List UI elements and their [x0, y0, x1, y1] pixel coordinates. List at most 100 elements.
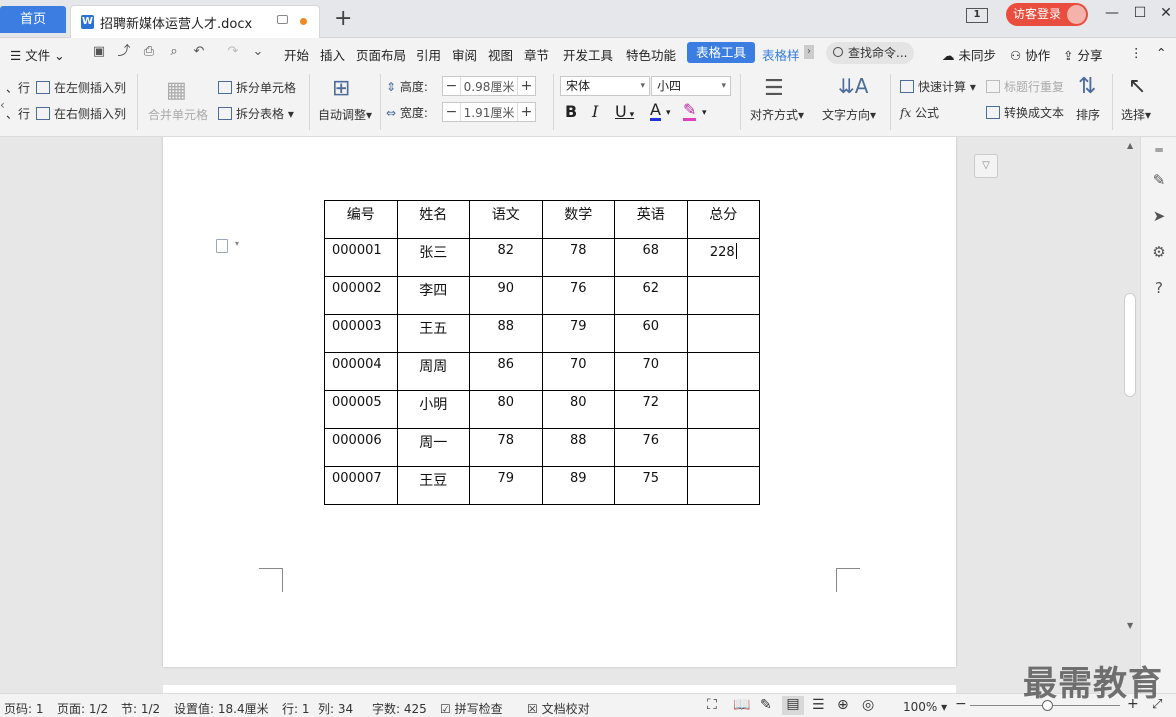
table-cell-total[interactable] — [686, 314, 760, 353]
merge-cells-icon[interactable]: ▦ — [166, 78, 187, 103]
minimize-icon[interactable]: — — [1102, 5, 1122, 21]
status-setting[interactable]: 设置值: 18.4厘米 — [174, 700, 269, 717]
select-button[interactable]: 选择▾ — [1121, 106, 1151, 123]
table-cell-chinese[interactable]: 86 — [469, 352, 543, 391]
table-cell-math[interactable]: 79 — [541, 314, 615, 353]
insert-row-above-button[interactable]: 、行 — [6, 79, 30, 96]
vertical-scrollbar[interactable]: ▲ ▼ — [1124, 137, 1138, 693]
table-cell-math[interactable]: 78 — [541, 238, 615, 277]
table-cell-total[interactable]: 228 — [686, 238, 760, 277]
table-header-cell[interactable]: 语文 — [469, 200, 543, 239]
text-direction-button[interactable]: 文字方向▾ — [822, 106, 876, 123]
more-options-icon[interactable]: ⋮ — [1130, 45, 1143, 60]
spell-check-button[interactable]: ☑ 拼写检查 — [440, 700, 503, 717]
tab-scroll-right-icon[interactable]: › — [804, 45, 814, 59]
status-page[interactable]: 页面: 1/2 — [57, 700, 108, 717]
write-mode-icon[interactable]: ✎ — [760, 697, 772, 713]
highlight-button[interactable]: ✎ — [683, 102, 697, 121]
pen-edit-icon[interactable]: ✎ — [1150, 171, 1168, 189]
tab-table-style[interactable]: 表格样 — [762, 45, 800, 64]
table-cell-math[interactable]: 89 — [541, 466, 615, 505]
command-search[interactable]: 查找命令... — [826, 42, 914, 64]
menu-page-layout[interactable]: 页面布局 — [356, 45, 406, 64]
help-icon[interactable]: ? — [1150, 279, 1168, 297]
table-cell-english[interactable]: 60 — [614, 314, 688, 353]
insert-row-below-button[interactable]: 、行 — [6, 105, 30, 122]
height-increase-button[interactable]: + — [517, 77, 535, 95]
align-icon[interactable]: ☰ — [764, 76, 784, 101]
monitor-icon[interactable] — [277, 15, 288, 24]
tab-table-tools[interactable]: 表格工具 — [687, 42, 755, 63]
table-cell-chinese[interactable]: 80 — [469, 390, 543, 429]
table-cell-id[interactable]: 000001 — [324, 238, 398, 277]
share-button[interactable]: ⇪ 分享 — [1063, 45, 1102, 64]
table-cell-name[interactable]: 王豆 — [396, 466, 470, 505]
underline-button[interactable]: U ▾ — [615, 102, 634, 121]
font-color-button[interactable]: A — [650, 102, 661, 121]
table-cell-chinese[interactable]: 88 — [469, 314, 543, 353]
more-dropdown-icon[interactable]: ⌄ — [251, 45, 265, 59]
sync-status[interactable]: ☁ 未同步 — [942, 45, 996, 64]
table-header-cell[interactable]: 总分 — [686, 200, 760, 239]
bold-button[interactable]: B — [565, 102, 577, 121]
table-cell-name[interactable]: 周一 — [396, 428, 470, 467]
table-cell-id[interactable]: 000004 — [324, 352, 398, 391]
navigation-pane-toggle-icon[interactable]: ▽ — [974, 154, 998, 178]
save-icon[interactable]: ▣ — [92, 45, 106, 59]
cursor-select-icon[interactable]: ➤ — [1150, 207, 1168, 225]
close-icon[interactable]: ✕ — [1156, 5, 1176, 21]
guest-login-button[interactable]: 访客登录 — [1006, 3, 1088, 26]
outline-view-icon[interactable]: ☰ — [812, 697, 825, 713]
table-cell-math[interactable]: 80 — [541, 390, 615, 429]
print-icon[interactable]: ⎙ — [142, 45, 156, 59]
document-proof-button[interactable]: ☒ 文档校对 — [527, 700, 590, 717]
table-header-cell[interactable]: 编号 — [324, 200, 398, 239]
auto-fit-icon[interactable]: ⊞ — [332, 76, 350, 101]
align-button[interactable]: 对齐方式▾ — [750, 106, 804, 123]
table-cell-english[interactable]: 70 — [614, 352, 688, 391]
table-cell-id[interactable]: 000005 — [324, 390, 398, 429]
table-cell-id[interactable]: 000006 — [324, 428, 398, 467]
table-cell-total[interactable] — [686, 352, 760, 391]
status-col[interactable]: 列: 34 — [318, 700, 353, 717]
table-cell-chinese[interactable]: 90 — [469, 276, 543, 315]
redo-icon[interactable]: ↷ — [226, 45, 240, 59]
split-table-button[interactable]: 拆分表格 ▾ — [218, 105, 294, 122]
sort-button[interactable]: 排序 — [1076, 106, 1100, 123]
table-cell-total[interactable] — [686, 428, 760, 467]
table-cell-chinese[interactable]: 79 — [469, 466, 543, 505]
table-cell-math[interactable]: 76 — [541, 276, 615, 315]
panel-collapse-icon[interactable]: ═ — [1150, 141, 1168, 159]
file-menu[interactable]: ☰ 文件 ⌄ — [10, 45, 65, 64]
header-repeat-button[interactable]: 标题行重复 — [986, 78, 1064, 95]
table-header-cell[interactable]: 英语 — [614, 200, 688, 239]
scroll-down-icon[interactable]: ▼ — [1127, 621, 1133, 630]
quick-calc-button[interactable]: 快速计算 ▾ — [900, 78, 976, 95]
table-cell-english[interactable]: 68 — [614, 238, 688, 277]
score-table[interactable]: 编号 姓名 语文 数学 英语 总分 000001 张三 82 78 68 228… — [324, 200, 760, 505]
table-cell-name[interactable]: 张三 — [396, 238, 470, 277]
menu-section[interactable]: 章节 — [524, 45, 549, 64]
menu-special[interactable]: 特色功能 — [626, 45, 676, 64]
table-cell-english[interactable]: 75 — [614, 466, 688, 505]
font-color-dropdown-icon[interactable]: ▾ — [666, 108, 671, 118]
settings-sliders-icon[interactable]: ⚙ — [1150, 243, 1168, 261]
status-section[interactable]: 节: 1/2 — [121, 700, 160, 717]
table-cell-name[interactable]: 小明 — [396, 390, 470, 429]
table-cell-total[interactable] — [686, 276, 760, 315]
fullscreen-icon[interactable]: ⛶ — [707, 697, 717, 713]
table-header-cell[interactable]: 数学 — [541, 200, 615, 239]
text-direction-icon[interactable]: ⇊A — [838, 74, 868, 98]
width-value[interactable]: 1.91厘米 — [461, 104, 517, 121]
table-cell-name[interactable]: 王五 — [396, 314, 470, 353]
italic-button[interactable]: I — [592, 102, 598, 121]
zoom-out-icon[interactable]: − — [955, 696, 967, 712]
print-preview-icon[interactable]: ⌕ — [167, 45, 181, 59]
row-height-stepper[interactable]: − 0.98厘米 + — [442, 76, 536, 96]
paragraph-dropdown-icon[interactable]: ▾ — [235, 239, 239, 248]
insert-col-left-button[interactable]: 在左侧插入列 — [36, 79, 126, 96]
next-page[interactable] — [163, 685, 956, 693]
scroll-up-icon[interactable]: ▲ — [1127, 141, 1133, 150]
table-cell-total[interactable] — [686, 466, 760, 505]
document-area[interactable]: ▾ 编号 姓名 语文 数学 英语 总分 000001 张三 82 78 68 2… — [0, 137, 1124, 693]
